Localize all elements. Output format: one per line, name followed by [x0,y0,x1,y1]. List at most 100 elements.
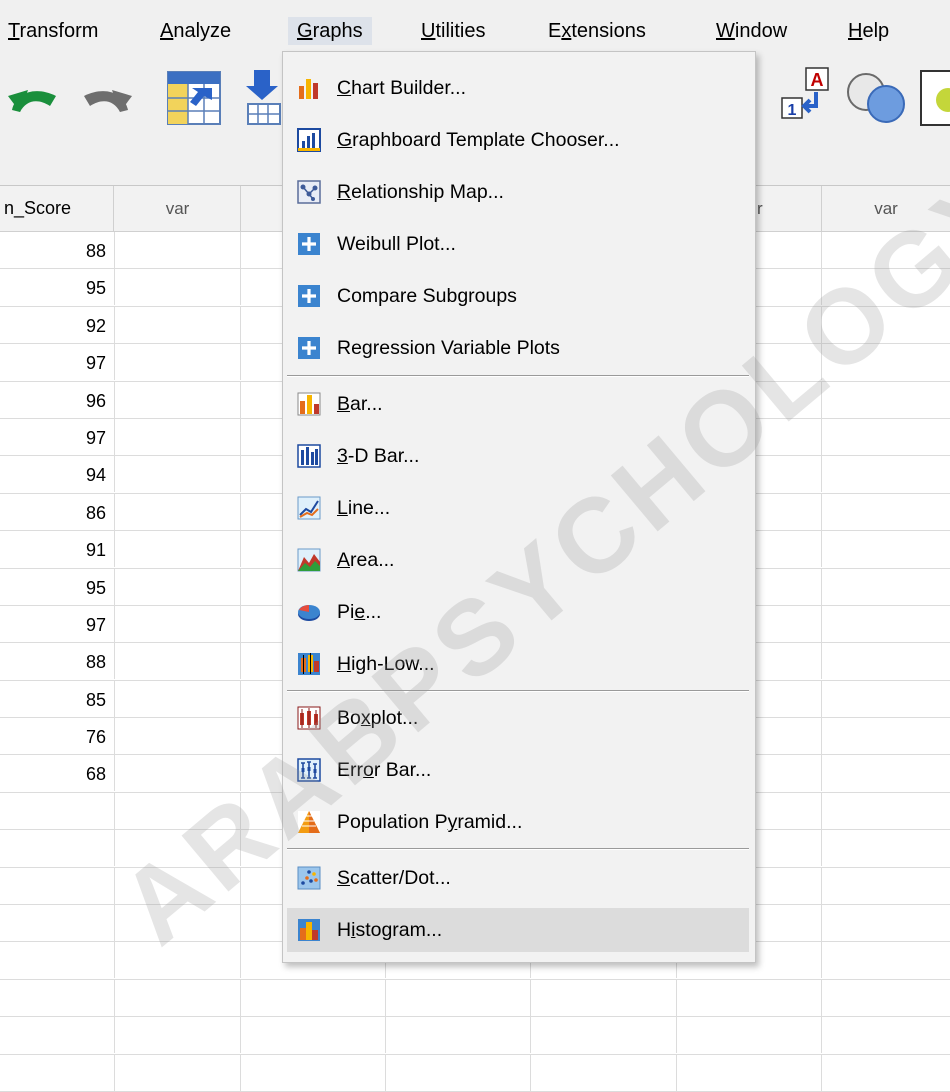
score-cell[interactable]: 76 [0,718,115,755]
empty-cell[interactable] [822,755,950,791]
empty-cell[interactable] [115,1017,241,1054]
empty-cell[interactable] [115,418,241,455]
empty-cell[interactable] [822,868,950,904]
score-cell[interactable]: 88 [0,232,115,268]
empty-cell[interactable] [822,643,950,679]
menu-item-graphboard-template-chooser[interactable]: Graphboard Template Chooser... [287,118,749,162]
empty-cell[interactable] [241,1054,386,1091]
menu-item-line[interactable]: Line... [287,486,749,530]
go-to-variable-icon[interactable] [244,68,284,128]
score-cell[interactable]: 95 [0,269,115,306]
score-cell[interactable] [0,942,115,979]
empty-cell[interactable] [822,980,950,1016]
empty-cell[interactable] [822,269,950,305]
empty-cell[interactable] [115,1054,241,1091]
partial-toolbar-button[interactable] [920,70,950,126]
empty-cell[interactable] [115,643,241,680]
empty-cell[interactable] [531,979,677,1016]
empty-cell[interactable] [115,493,241,530]
score-cell[interactable]: 88 [0,643,115,680]
empty-cell[interactable] [531,1054,677,1091]
menu-item-relationship-map[interactable]: Relationship Map... [287,170,749,214]
menu-item-3d-bar[interactable]: 3-D Bar... [287,434,749,478]
score-cell[interactable]: 86 [0,493,115,530]
go-to-case-icon[interactable] [166,70,224,128]
empty-cell[interactable] [115,792,241,829]
score-cell[interactable]: 96 [0,381,115,418]
score-cell[interactable] [0,792,115,829]
score-cell[interactable]: 68 [0,755,115,792]
empty-cell[interactable] [241,1017,386,1054]
menu-item-area[interactable]: Area... [287,538,749,582]
empty-cell[interactable] [241,979,386,1016]
menu-analyze[interactable]: Analyze [160,17,231,45]
menu-graphs[interactable]: Graphs [288,17,372,45]
empty-cell[interactable] [822,681,950,717]
empty-cell[interactable] [115,269,241,306]
empty-cell[interactable] [115,942,241,979]
empty-cell[interactable] [822,232,950,268]
menu-item-weibull-plot[interactable]: Weibull Plot... [287,222,749,266]
menu-transform[interactable]: Transform [8,17,98,45]
empty-cell[interactable] [822,344,950,380]
score-cell[interactable]: 97 [0,418,115,455]
score-cell[interactable]: 92 [0,306,115,343]
empty-cell[interactable] [115,306,241,343]
empty-cell[interactable] [822,1055,950,1091]
empty-cell[interactable] [115,867,241,904]
menu-item-error-bar[interactable]: Error Bar... [287,748,749,792]
empty-cell[interactable] [822,606,950,642]
empty-cell[interactable] [115,456,241,493]
empty-cell[interactable] [677,979,822,1016]
menu-item-scatter-dot[interactable]: Scatter/Dot... [287,856,749,900]
empty-cell[interactable] [822,905,950,941]
score-cell[interactable] [0,979,115,1016]
empty-cell[interactable] [822,382,950,418]
score-cell[interactable] [0,1017,115,1054]
undo-icon[interactable] [6,76,64,120]
score-cell[interactable] [0,905,115,942]
empty-cell[interactable] [822,419,950,455]
empty-cell[interactable] [822,569,950,605]
empty-cell[interactable] [822,1017,950,1053]
empty-cell[interactable] [115,605,241,642]
menu-item-boxplot[interactable]: Boxplot... [287,696,749,740]
score-cell[interactable]: 95 [0,568,115,605]
column-header-score[interactable]: n_Score [0,186,114,231]
menu-item-population-pyramid[interactable]: Population Pyramid... [287,800,749,844]
empty-cell[interactable] [677,1054,822,1091]
empty-cell[interactable] [386,1054,531,1091]
empty-cell[interactable] [115,568,241,605]
redo-icon[interactable] [74,76,134,120]
empty-cell[interactable] [115,830,241,867]
score-cell[interactable]: 91 [0,531,115,568]
empty-cell[interactable] [115,531,241,568]
score-cell[interactable]: 97 [0,344,115,381]
empty-cell[interactable] [115,905,241,942]
column-header-var-6[interactable]: var [822,186,950,231]
empty-cell[interactable] [115,232,241,268]
empty-cell[interactable] [386,979,531,1016]
column-header-var-1[interactable]: var [115,186,241,231]
empty-cell[interactable] [386,1017,531,1054]
menu-item-compare-subgroups[interactable]: Compare Subgroups [287,274,749,318]
empty-cell[interactable] [822,942,950,978]
menu-help[interactable]: Help [848,17,889,45]
empty-cell[interactable] [115,979,241,1016]
empty-cell[interactable] [677,1017,822,1054]
empty-cell[interactable] [115,344,241,381]
value-labels-icon[interactable]: A 1 [780,66,836,122]
empty-cell[interactable] [822,307,950,343]
empty-cell[interactable] [822,456,950,492]
empty-cell[interactable] [822,830,950,866]
menu-item-pie[interactable]: Pie... [287,590,749,634]
empty-cell[interactable] [115,381,241,418]
use-sets-icon[interactable] [842,70,912,126]
score-cell[interactable]: 97 [0,605,115,642]
empty-cell[interactable] [531,1017,677,1054]
menu-window[interactable]: Window [716,17,787,45]
score-cell[interactable]: 94 [0,456,115,493]
empty-cell[interactable] [115,755,241,792]
menu-extensions[interactable]: Extensions [548,17,646,45]
menu-item-histogram[interactable]: Histogram... [287,908,749,952]
